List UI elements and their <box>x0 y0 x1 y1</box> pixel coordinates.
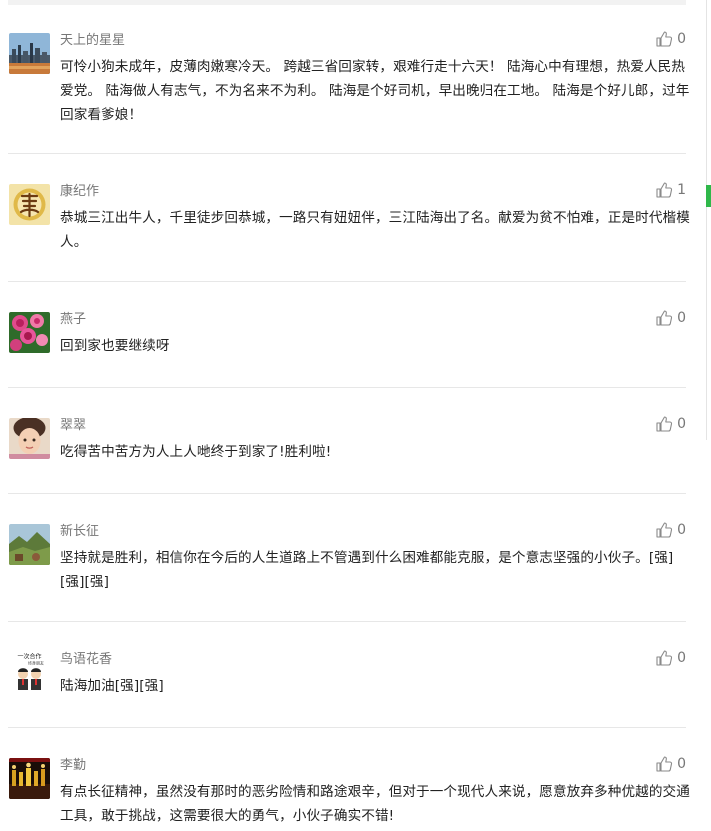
divider <box>8 493 686 494</box>
comment-item: 翠翠 0 吃得苦中苦方为人上人哋终于到家了!胜利啦! <box>8 415 686 494</box>
comment-item: 一次合作 终身朋友 鸟语花香 0 陆海加油[强][强] <box>8 649 686 728</box>
comment-text: 可怜小狗未成年，皮薄肉嫩寒冷天。 跨越三省回家转，艰难行走十六天！ 陆海心中有理… <box>60 59 690 123</box>
thumbs-up-icon[interactable] <box>655 415 673 433</box>
divider <box>8 621 686 622</box>
comment-item: 天上的星星 0 可怜小狗未成年，皮薄肉嫩寒冷天。 跨越三省回家转，艰难行走十六天… <box>8 30 689 154</box>
like-count: 0 <box>677 31 686 47</box>
calligraphy-seal-avatar[interactable] <box>9 184 50 225</box>
like-button[interactable]: 0 <box>655 30 686 48</box>
thumbs-up-icon[interactable] <box>655 755 673 773</box>
cartoon-friends-avatar[interactable]: 一次合作 终身朋友 <box>9 652 50 693</box>
like-count: 1 <box>677 182 686 198</box>
avatar-caption-top: 一次合作 <box>17 653 41 661</box>
roses-avatar[interactable] <box>9 312 50 353</box>
landscape-avatar[interactable] <box>9 524 50 565</box>
like-count: 0 <box>677 650 686 666</box>
divider <box>8 281 686 282</box>
commenter-name[interactable]: 鸟语花香 <box>60 652 112 668</box>
divider <box>8 727 686 728</box>
comment-text: 有点长征精神，虽然没有那时的恶劣险情和路途艰辛，但对于一个现代人来说，愿意放弃多… <box>60 784 690 824</box>
like-count: 0 <box>677 416 686 432</box>
commenter-name[interactable]: 燕子 <box>60 312 86 328</box>
stage-performance-avatar[interactable] <box>9 758 50 799</box>
like-button[interactable]: 0 <box>655 521 686 539</box>
divider <box>8 387 686 388</box>
child-portrait-avatar[interactable] <box>9 418 50 459</box>
top-strip <box>8 0 686 5</box>
like-count: 0 <box>677 310 686 326</box>
comment-item: 李勤 0 有点长征精神，虽然没有那时的恶劣险情和路途艰辛，但对于一个现代人来说，… <box>8 755 690 831</box>
like-count: 0 <box>677 756 686 772</box>
comment-text: 恭城三江出牛人，千里徒步回恭城，一路只有妞妞伴，三江陆海出了名。献爱为贫不怕难，… <box>60 210 690 250</box>
commenter-name[interactable]: 康纪作 <box>60 184 99 200</box>
comment-text: 吃得苦中苦方为人上人哋终于到家了!胜利啦! <box>60 444 332 460</box>
like-button[interactable]: 0 <box>655 415 686 433</box>
comment-text: 坚持就是胜利，相信你在今后的人生道路上不管遇到什么困难都能克服，是个意志坚强的小… <box>60 550 674 590</box>
thumbs-up-icon[interactable] <box>655 181 673 199</box>
like-count: 0 <box>677 522 686 538</box>
thumbs-up-icon[interactable] <box>655 649 673 667</box>
city-skyline-avatar[interactable] <box>9 33 50 74</box>
thumbs-up-icon[interactable] <box>655 30 673 48</box>
commenter-name[interactable]: 李勤 <box>60 758 86 774</box>
comment-text: 回到家也要继续呀 <box>60 338 170 354</box>
commenter-name[interactable]: 翠翠 <box>60 418 86 434</box>
comment-text: 陆海加油[强][强] <box>60 678 164 694</box>
like-button[interactable]: 0 <box>655 649 686 667</box>
comment-item: 新长征 0 坚持就是胜利，相信你在今后的人生道路上不管遇到什么困难都能克服，是个… <box>8 521 686 622</box>
scroll-position-marker[interactable] <box>706 185 711 207</box>
avatar-caption-bottom: 终身朋友 <box>28 660 44 666</box>
like-button[interactable]: 0 <box>655 309 686 327</box>
like-button[interactable]: 0 <box>655 755 686 773</box>
commenter-name[interactable]: 天上的星星 <box>60 33 125 49</box>
like-button[interactable]: 1 <box>655 181 686 199</box>
right-scroll-rail[interactable] <box>706 0 707 440</box>
thumbs-up-icon[interactable] <box>655 309 673 327</box>
divider <box>8 153 686 154</box>
thumbs-up-icon[interactable] <box>655 521 673 539</box>
commenter-name[interactable]: 新长征 <box>60 524 99 540</box>
comment-item: 康纪作 1 恭城三江出牛人，千里徒步回恭城，一路只有妞妞伴，三江陆海出了名。献爱… <box>8 181 690 282</box>
comment-item: 燕子 0 回到家也要继续呀 <box>8 309 686 388</box>
